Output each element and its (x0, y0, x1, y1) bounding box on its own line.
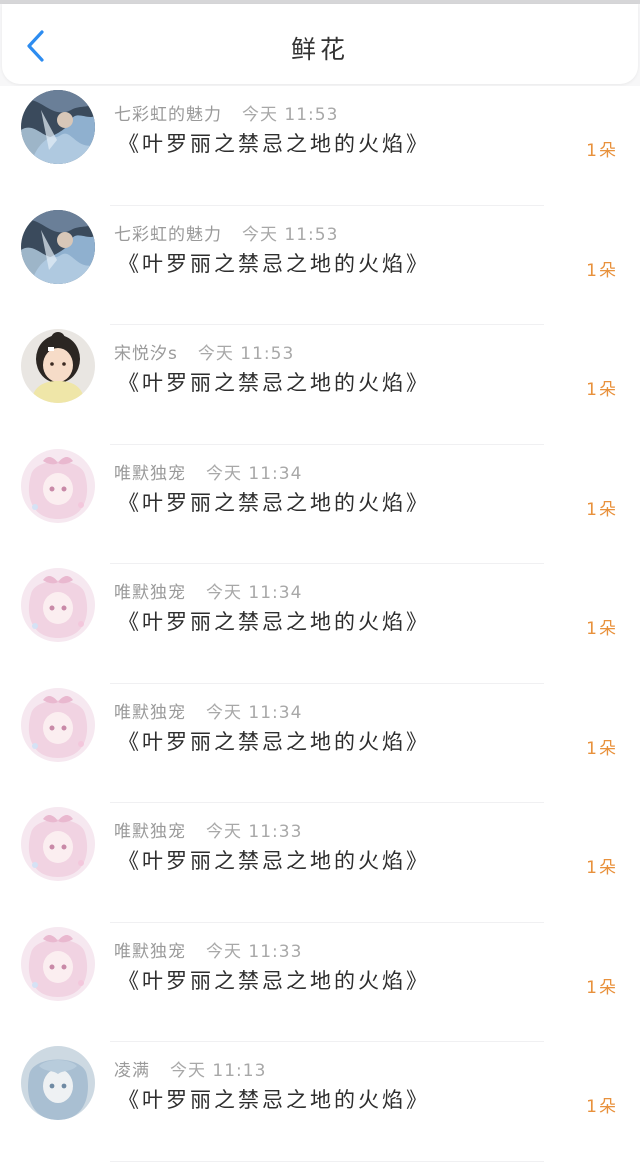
sender-name[interactable]: 宋悦汐s (114, 344, 178, 364)
flower-count: 1朵 (586, 141, 618, 161)
send-time: 今天 11:33 (206, 941, 303, 962)
record-meta: 唯默独宠 今天 11:33 (114, 937, 302, 962)
sender-name[interactable]: 七彩虹的魅力 (114, 225, 222, 245)
pink-anime-avatar-icon (21, 926, 95, 1001)
send-time: 今天 11:34 (206, 702, 303, 723)
sender-name[interactable]: 唯默独宠 (114, 464, 186, 484)
send-time: 今天 11:34 (206, 463, 303, 484)
record-meta: 凌满 今天 11:13 (114, 1056, 266, 1081)
send-time: 今天 11:53 (242, 224, 339, 245)
flower-count: 1朵 (586, 619, 618, 639)
send-time: 今天 11:33 (206, 822, 303, 842)
list-item[interactable]: 唯默独宠 今天 11:34 《叶罗丽之禁忌之地的火焰》 1朵 (0, 444, 640, 564)
sender-name[interactable]: 唯默独宠 (114, 583, 186, 603)
record-meta: 唯默独宠 今天 11:33 (114, 817, 302, 842)
flower-count: 1朵 (586, 1097, 618, 1117)
flower-count: 1朵 (586, 380, 618, 400)
flower-count: 1朵 (586, 977, 618, 998)
avatar[interactable] (21, 568, 95, 642)
send-time: 今天 11:53 (242, 105, 339, 125)
avatar[interactable] (21, 209, 95, 284)
flower-count: 1朵 (586, 738, 618, 759)
avatar[interactable] (21, 329, 95, 403)
record-meta: 唯默独宠 今天 11:34 (114, 459, 302, 484)
list-item[interactable]: 唯默独宠 今天 11:34 《叶罗丽之禁忌之地的火焰》 1朵 (0, 683, 640, 803)
flower-count: 1朵 (586, 858, 618, 878)
pink-anime-avatar-icon (21, 807, 95, 881)
send-time: 今天 11:34 (206, 583, 303, 603)
page-title: 鲜花 (290, 35, 349, 64)
send-time: 今天 11:13 (170, 1061, 267, 1081)
record-meta: 宋悦汐s 今天 11:53 (114, 339, 294, 364)
record-meta: 七彩虹的魅力 今天 11:53 (114, 220, 338, 245)
gift-book-title: 《叶罗丽之禁忌之地的火焰》 (118, 371, 430, 395)
list-item[interactable]: 宋悦汐s 今天 11:53 《叶罗丽之禁忌之地的火焰》 1朵 (0, 325, 640, 445)
gift-book-title: 《叶罗丽之禁忌之地的火焰》 (118, 132, 430, 156)
blue-anime-avatar-icon (21, 1046, 95, 1120)
record-meta: 七彩虹的魅力 今天 11:53 (114, 100, 338, 125)
gift-book-title: 《叶罗丽之禁忌之地的火焰》 (118, 1088, 430, 1112)
record-meta: 唯默独宠 今天 11:34 (114, 698, 302, 723)
avatar[interactable] (21, 90, 95, 164)
list-item[interactable]: 七彩虹的魅力 今天 11:53 《叶罗丽之禁忌之地的火焰》 1朵 (0, 86, 640, 206)
list-item[interactable]: 唯默独宠 今天 11:34 《叶罗丽之禁忌之地的火焰》 1朵 (0, 564, 640, 684)
gift-book-title: 《叶罗丽之禁忌之地的火焰》 (118, 968, 430, 993)
pink-anime-avatar-icon (21, 568, 95, 642)
gift-book-title: 《叶罗丽之禁忌之地的火焰》 (118, 610, 430, 634)
sender-name[interactable]: 唯默独宠 (114, 703, 186, 723)
avatar[interactable] (21, 807, 95, 881)
sender-name[interactable]: 唯默独宠 (114, 822, 186, 842)
sender-name[interactable]: 七彩虹的魅力 (114, 105, 222, 125)
nav-header: 鲜花 (2, 4, 638, 84)
flower-count: 1朵 (586, 260, 618, 281)
list-item[interactable]: 唯默独宠 今天 11:33 《叶罗丽之禁忌之地的火焰》 1朵 (0, 803, 640, 923)
gift-book-title: 《叶罗丽之禁忌之地的火焰》 (118, 490, 430, 515)
pink-anime-avatar-icon (21, 448, 95, 523)
list-item[interactable]: 凌满 今天 11:13 《叶罗丽之禁忌之地的火焰》 1朵 (0, 1042, 640, 1162)
avatar[interactable] (21, 687, 95, 762)
avatar[interactable] (21, 1046, 95, 1120)
gift-book-title: 《叶罗丽之禁忌之地的火焰》 (118, 251, 430, 276)
avatar[interactable] (21, 448, 95, 523)
list-item[interactable]: 七彩虹的魅力 今天 11:53 《叶罗丽之禁忌之地的火焰》 1朵 (0, 205, 640, 325)
sender-name[interactable]: 唯默独宠 (114, 942, 186, 962)
gift-book-title: 《叶罗丽之禁忌之地的火焰》 (118, 729, 430, 754)
girl-photo-avatar-icon (21, 329, 95, 403)
art-avatar-icon (21, 90, 95, 164)
list-item[interactable]: 唯默独宠 今天 11:33 《叶罗丽之禁忌之地的火焰》 1朵 (0, 922, 640, 1042)
record-meta: 唯默独宠 今天 11:34 (114, 578, 302, 603)
gift-book-title: 《叶罗丽之禁忌之地的火焰》 (118, 849, 430, 873)
pink-anime-avatar-icon (21, 687, 95, 762)
sender-name[interactable]: 凌满 (114, 1061, 150, 1081)
art-avatar-icon (21, 209, 95, 284)
flower-record-list: 七彩虹的魅力 今天 11:53 《叶罗丽之禁忌之地的火焰》 1朵 七彩虹的魅力 今天… (0, 86, 640, 1162)
flower-count: 1朵 (586, 499, 618, 520)
avatar[interactable] (21, 926, 95, 1001)
send-time: 今天 11:53 (197, 344, 295, 364)
